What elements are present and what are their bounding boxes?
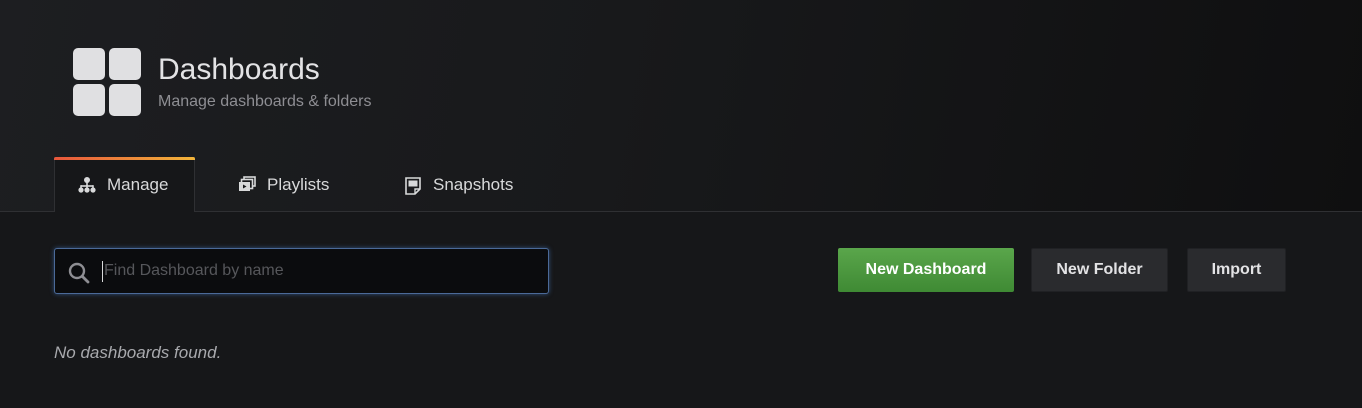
dashboards-page: Dashboards Manage dashboards & folders M… [0,0,1362,408]
playlist-icon [239,175,256,191]
search-input[interactable] [104,249,534,293]
search-icon [68,262,90,284]
tab-manage[interactable]: Manage [54,157,195,212]
new-dashboard-button[interactable]: New Dashboard [838,248,1014,292]
sitemap-icon [78,177,96,193]
tab-label: Snapshots [433,174,514,194]
import-button[interactable]: Import [1187,248,1286,292]
search-box[interactable] [54,248,549,294]
empty-state-message: No dashboards found. [54,343,222,362]
tab-label: Manage [107,175,169,194]
tab-label: Playlists [267,174,330,194]
page-title: Dashboards [158,53,320,86]
tab-snapshots[interactable]: Snapshots [403,157,513,212]
new-folder-button[interactable]: New Folder [1031,248,1168,292]
page-subtitle: Manage dashboards & folders [158,93,372,110]
snapshot-icon [405,176,421,195]
tab-playlists[interactable]: Playlists [237,157,329,212]
text-caret [102,261,103,282]
page-header: Dashboards Manage dashboards & folders M… [0,0,1362,212]
apps-grid-icon [73,48,141,116]
